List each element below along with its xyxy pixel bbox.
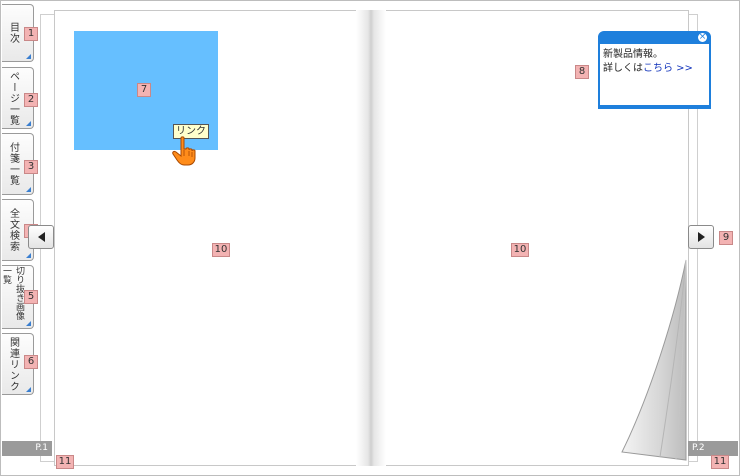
tab-corner-icon <box>26 54 31 59</box>
next-page-button[interactable] <box>688 225 714 249</box>
callout-11-right: 11 <box>711 455 729 469</box>
tab-full-text-search-label: 全文検索 <box>7 208 19 252</box>
tab-corner-icon <box>26 253 31 258</box>
page-number-right: P.2 <box>688 441 738 456</box>
book-spine <box>356 10 386 466</box>
page-number-right-label: P.2 <box>692 443 705 453</box>
info-popup: × 新製品情報。 詳しくはこちら >> <box>598 31 711 109</box>
tab-corner-icon <box>26 321 31 326</box>
hand-pointer-icon <box>172 136 196 166</box>
arrow-left-icon <box>37 232 45 242</box>
tab-sticky-list-label: 付箋一覧 <box>7 142 19 186</box>
callout-1: 1 <box>24 27 38 41</box>
page-curl[interactable] <box>620 255 700 465</box>
callout-10-right: 10 <box>511 243 529 257</box>
callout-9: 9 <box>719 231 733 245</box>
tab-clipping-list-label: 切り抜き画像一覧 <box>1 266 24 320</box>
popup-details-link[interactable]: こちら >> <box>643 63 693 74</box>
tab-related-links-label: 関連リンク <box>7 336 19 392</box>
callout-2: 2 <box>24 93 38 107</box>
popup-text-line2: 詳しくは <box>603 63 643 74</box>
tab-corner-icon <box>26 387 31 392</box>
callout-8: 8 <box>575 65 589 79</box>
callout-10-left: 10 <box>212 243 230 257</box>
prev-page-button[interactable] <box>28 225 54 249</box>
callout-7: 7 <box>137 83 151 97</box>
page-number-left-label: P.1 <box>35 443 48 453</box>
tab-contents-label: 目次 <box>7 22 19 44</box>
callout-5: 5 <box>24 290 38 304</box>
tab-corner-icon <box>26 121 31 126</box>
callout-11-left: 11 <box>56 455 74 469</box>
tab-corner-icon <box>26 187 31 192</box>
callout-3: 3 <box>24 160 38 174</box>
close-icon[interactable]: × <box>698 33 707 42</box>
arrow-right-icon <box>697 232 705 242</box>
tab-page-list-label: ページ一覧 <box>7 70 19 126</box>
page-number-left: P.1 <box>2 441 52 456</box>
callout-6: 6 <box>24 355 38 369</box>
popup-text-line1: 新製品情報。 <box>603 49 663 60</box>
